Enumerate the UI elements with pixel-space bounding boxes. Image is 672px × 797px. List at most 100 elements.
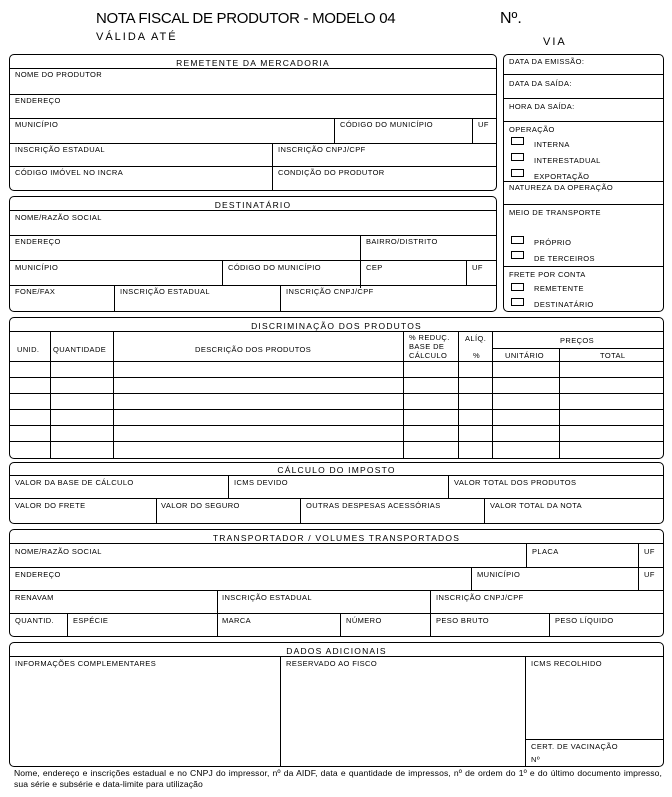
condicao-produtor-label: CONDIÇÃO DO PRODUTOR — [278, 168, 385, 177]
transp-inscricao-cnpj-label: INSCRIÇÃO CNPJ/CPF — [436, 593, 524, 602]
col-precos-label: PREÇOS — [560, 336, 595, 345]
peso-bruto-label: PESO BRUTO — [436, 616, 490, 625]
adicionais-section: DADOS ADICIONAIS INFORMAÇÕES COMPLEMENTA… — [9, 642, 664, 767]
interestadual-checkbox[interactable] — [511, 153, 524, 161]
col-reduc-label-1: % REDUÇ. — [409, 333, 450, 342]
destinatario-section: DESTINATÁRIO NOME/RAZÃO SOCIAL ENDEREÇO … — [9, 196, 497, 312]
transp-municipio-label: MUNICÍPIO — [477, 570, 521, 579]
numero-label: NÚMERO — [346, 616, 382, 625]
municipio-label: MUNICÍPIO — [15, 120, 59, 129]
icms-devido-label: ICMS DEVIDO — [234, 478, 288, 487]
table-row — [10, 409, 663, 410]
interna-label: INTERNA — [534, 140, 570, 149]
dest-inscricao-estadual-label: INSCRIÇÃO ESTADUAL — [120, 287, 210, 296]
destinatario-title: DESTINATÁRIO — [214, 200, 292, 210]
discriminacao-section: DISCRIMINAÇÃO DOS PRODUTOS UNID. QUANTID… — [9, 317, 664, 459]
col-reduc-label-3: CÁLCULO — [409, 351, 448, 360]
especie-label: ESPÉCIE — [73, 616, 109, 625]
total-nota-label: VALOR TOTAL DA NOTA — [490, 501, 583, 510]
transp-placa-label: PLACA — [532, 547, 559, 556]
marca-label: MARCA — [222, 616, 252, 625]
uf-label: UF — [478, 120, 489, 129]
data-saida-label: DATA DA SAÍDA: — [509, 79, 572, 88]
transp-endereco-label: ENDEREÇO — [15, 570, 61, 579]
codigo-imovel-label: CÓDIGO IMÓVEL NO INCRA — [15, 168, 124, 177]
dest-codigo-municipio-label: CÓDIGO DO MUNICÍPIO — [228, 263, 322, 272]
inscricao-cnpj-label: INSCRIÇÃO CNPJ/CPF — [278, 145, 366, 154]
nome-produtor-label: NOME DO PRODUTOR — [15, 70, 103, 79]
transp-nome-label: NOME/RAZÃO SOCIAL — [15, 547, 102, 556]
table-row — [10, 441, 663, 442]
side-panel: DATA DA EMISSÃO: DATA DA SAÍDA: HORA DA … — [503, 54, 664, 312]
dest-fone-label: FONE/FAX — [15, 287, 56, 296]
col-aliq-label: ALÍQ. — [465, 334, 487, 343]
dest-uf-label: UF — [472, 263, 483, 272]
proprio-checkbox[interactable] — [511, 236, 524, 244]
inscricao-estadual-label: INSCRIÇÃO ESTADUAL — [15, 145, 105, 154]
frete-remetente-label: REMETENTE — [534, 284, 584, 293]
proprio-label: PRÓPRIO — [534, 238, 572, 247]
frete-destinatario-checkbox[interactable] — [511, 298, 524, 306]
transportador-title: TRANSPORTADOR / VOLUMES TRANSPORTADOS — [212, 533, 461, 543]
meio-transporte-label: MEIO DE TRANSPORTE — [509, 208, 601, 217]
dest-nome-label: NOME/RAZÃO SOCIAL — [15, 213, 102, 222]
dest-municipio-label: MUNICÍPIO — [15, 263, 59, 272]
frete-remetente-checkbox[interactable] — [511, 283, 524, 291]
table-row — [10, 393, 663, 394]
dest-inscricao-cnpj-label: INSCRIÇÃO CNPJ/CPF — [286, 287, 374, 296]
adicionais-title: DADOS ADICIONAIS — [286, 646, 387, 656]
calculo-title: CÁLCULO DO IMPOSTO — [277, 465, 396, 475]
frete-conta-label: FRETE POR CONTA — [509, 270, 586, 279]
transportador-section: TRANSPORTADOR / VOLUMES TRANSPORTADOS NO… — [9, 529, 664, 637]
remetente-title: REMETENTE DA MERCADORIA — [176, 58, 330, 68]
validity-label: VÁLIDA ATÉ — [96, 31, 178, 43]
exportacao-label: EXPORTAÇÃO — [534, 172, 590, 181]
terceiros-checkbox[interactable] — [511, 251, 524, 259]
col-unitario-label: UNITÁRIO — [505, 351, 545, 360]
valor-seguro-label: VALOR DO SEGURO — [161, 501, 240, 510]
calculo-section: CÁLCULO DO IMPOSTO VALOR DA BASE DE CÁLC… — [9, 462, 664, 524]
codigo-municipio-label: CÓDIGO DO MUNICÍPIO — [340, 120, 434, 129]
discriminacao-title: DISCRIMINAÇÃO DOS PRODUTOS — [251, 321, 422, 331]
renavam-label: RENAVAM — [15, 593, 54, 602]
dest-cep-label: CEP — [366, 263, 383, 272]
operacao-label: OPERAÇÃO — [509, 125, 555, 134]
peso-liquido-label: PESO LÍQUIDO — [555, 616, 614, 625]
icms-recolhido-label: ICMS RECOLHIDO — [531, 659, 603, 668]
hora-saida-label: HORA DA SAÍDA: — [509, 102, 575, 111]
col-descricao-label: DESCRIÇÃO DOS PRODUTOS — [195, 345, 312, 354]
col-quantidade-label: QUANTIDADE — [53, 345, 107, 354]
dest-endereco-label: ENDEREÇO — [15, 237, 61, 246]
col-total-label: TOTAL — [600, 351, 626, 360]
frete-destinatario-label: DESTINATÁRIO — [534, 300, 594, 309]
terceiros-label: DE TERCEIROS — [534, 254, 595, 263]
reservado-fisco-label: RESERVADO AO FISCO — [286, 659, 378, 668]
base-calculo-label: VALOR DA BASE DE CÁLCULO — [15, 478, 134, 487]
informacoes-label: INFORMAÇÕES COMPLEMENTARES — [15, 659, 157, 668]
interna-checkbox[interactable] — [511, 137, 524, 145]
cert-numero-label: Nº — [531, 755, 540, 764]
table-row — [10, 377, 663, 378]
form-title: NOTA FISCAL DE PRODUTOR - MODELO 04 — [96, 10, 396, 27]
transp-inscricao-estadual-label: INSCRIÇÃO ESTADUAL — [222, 593, 312, 602]
remetente-section: REMETENTE DA MERCADORIA NOME DO PRODUTOR… — [9, 54, 497, 191]
interestadual-label: INTERESTADUAL — [534, 156, 601, 165]
transp-uf1-label: UF — [644, 547, 655, 556]
transp-uf2-label: UF — [644, 570, 655, 579]
footer-note: Nome, endereço e inscrições estadual e n… — [14, 768, 662, 789]
number-label: Nº. — [500, 10, 522, 27]
exportacao-checkbox[interactable] — [511, 169, 524, 177]
via-label: VIA — [543, 36, 567, 48]
col-reduc-label-2: BASE DE — [409, 342, 445, 351]
cert-vacinacao-label: CERT. DE VACINAÇÃO — [531, 742, 618, 751]
total-produtos-label: VALOR TOTAL DOS PRODUTOS — [454, 478, 577, 487]
col-aliq-pct-label: % — [473, 351, 481, 360]
quantid-label: QUANTID. — [15, 616, 55, 625]
natureza-label: NATUREZA DA OPERAÇÃO — [509, 183, 614, 192]
table-row — [10, 425, 663, 426]
outras-despesas-label: OUTRAS DESPESAS ACESSÓRIAS — [306, 501, 441, 510]
valor-frete-label: VALOR DO FRETE — [15, 501, 86, 510]
col-unid-label: UNID. — [17, 345, 40, 354]
endereco-label: ENDEREÇO — [15, 96, 61, 105]
dest-bairro-label: BAIRRO/DISTRITO — [366, 237, 438, 246]
